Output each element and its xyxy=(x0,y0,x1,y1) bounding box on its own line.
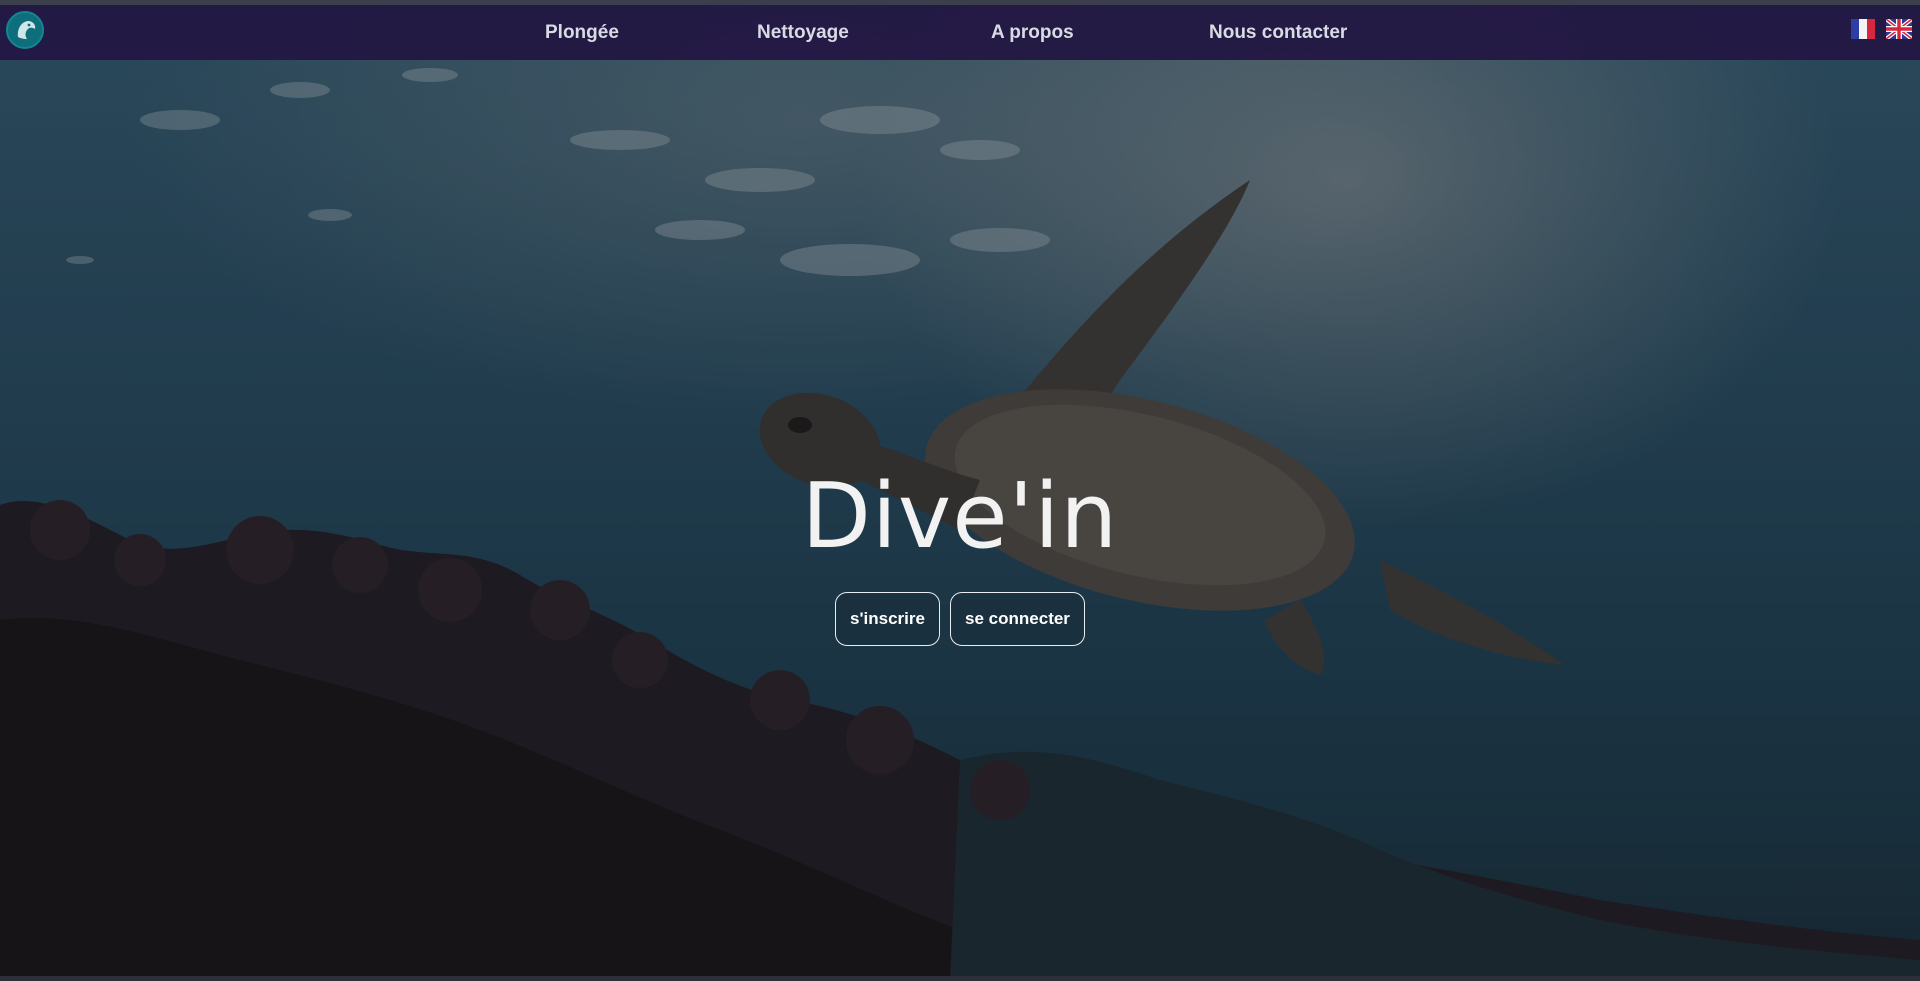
flag-fr-icon[interactable] xyxy=(1851,19,1875,39)
login-button[interactable]: se connecter xyxy=(950,592,1085,646)
dolphin-logo-icon[interactable] xyxy=(6,11,44,49)
landing-page: Plongée Nettoyage A propos Nous contacte… xyxy=(0,0,1920,981)
hero-title: Dive'in xyxy=(801,464,1119,570)
bottom-border xyxy=(0,976,1920,981)
signup-button[interactable]: s'inscrire xyxy=(835,592,940,646)
flag-uk-icon[interactable] xyxy=(1884,17,1914,41)
nav-link-plongee[interactable]: Plongée xyxy=(545,5,619,60)
nav-link-nettoyage[interactable]: Nettoyage xyxy=(757,5,849,60)
nav-link-a-propos[interactable]: A propos xyxy=(991,5,1074,60)
top-navbar: Plongée Nettoyage A propos Nous contacte… xyxy=(0,5,1920,60)
nav-link-nous-contacter[interactable]: Nous contacter xyxy=(1209,5,1347,60)
